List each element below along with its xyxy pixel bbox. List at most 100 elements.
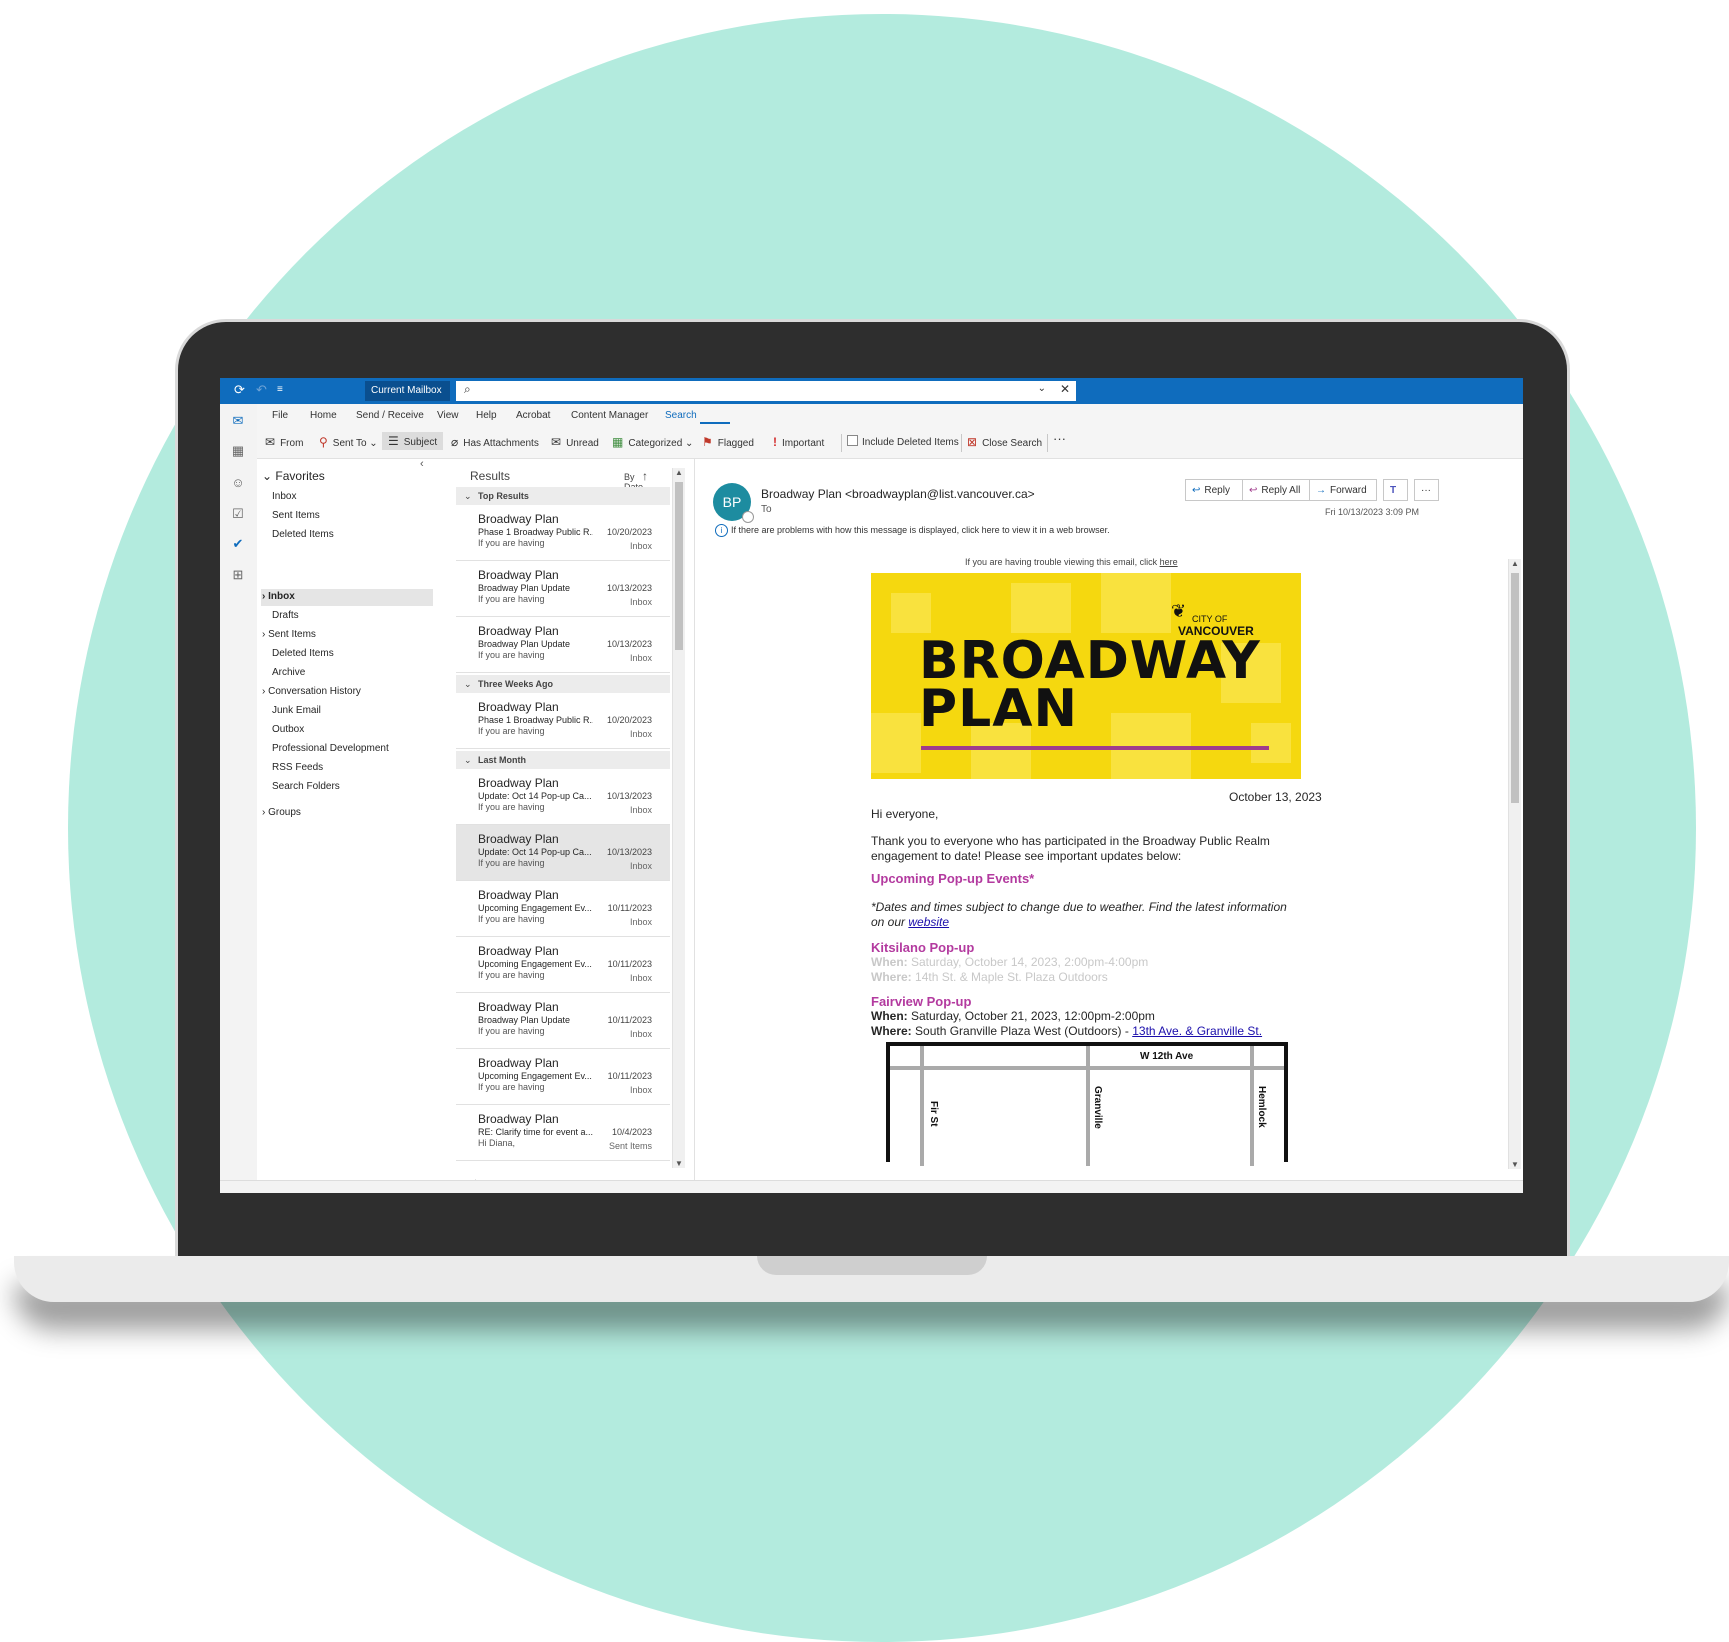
sync-icon[interactable]: ⟳ [234,382,245,398]
has-attachments-button[interactable]: ⌀ Has Attachments [451,435,539,449]
message-item[interactable]: Broadway Plan Upcoming Engagement Ev... If… [456,881,670,937]
from-icon: ✉ [265,435,276,449]
message-date: 10/13/2023 [606,583,652,593]
more-actions-button[interactable]: ··· [1414,479,1439,501]
favorite-sent-items[interactable]: Sent Items [272,510,320,521]
reading-scrollbar[interactable]: ▲ ▼ [1508,559,1521,1169]
message-subject: Broadway Plan Update [478,1015,571,1025]
undo-icon[interactable]: ↶ [256,382,267,398]
folder-rss-feeds[interactable]: RSS Feeds [272,762,323,773]
scrollbar-thumb[interactable] [1511,573,1519,803]
clear-search-icon[interactable]: ✕ [1060,382,1070,396]
flagged-button[interactable]: ⚑ Flagged [702,435,754,449]
scroll-down-icon[interactable]: ▼ [675,1159,683,1168]
reply-all-button[interactable]: ↩ Reply All [1242,479,1310,501]
message-item[interactable]: Broadway Plan RE: Clarify time for event … [456,1105,670,1161]
fairview-where-value: South Granville Plaza West (Outdoors) - [915,1024,1133,1038]
unread-button[interactable]: ✉ Unread [551,435,599,449]
mailbox-scope-dropdown[interactable]: Current Mailbox ⌄ [365,381,450,416]
folder-drafts[interactable]: Drafts [272,610,299,621]
todo-icon[interactable]: ✔ [229,535,247,553]
folder-sent-items[interactable]: › Sent Items [262,629,316,640]
search-options-chevron-icon[interactable]: ⌄ [1038,383,1046,394]
tab-view[interactable]: View [437,410,459,421]
message-item[interactable]: Broadway Plan Phase 1 Broadway Public R..… [456,693,670,749]
categorized-button[interactable]: ▦ Categorized ⌄ [612,435,693,449]
message-item[interactable]: Broadway Plan Broadway Plan Update If you … [456,993,670,1049]
tab-home[interactable]: Home [310,410,337,421]
include-deleted-checkbox[interactable]: Include Deleted Items [847,435,959,448]
group-header[interactable]: ⌄ Last Month [456,751,670,769]
folder-search-folders[interactable]: Search Folders [272,781,340,792]
scrollbar-thumb[interactable] [675,482,683,650]
calendar-icon[interactable]: ▦ [229,442,247,460]
group-header[interactable]: ⌄ Top Results [456,487,670,505]
people-icon[interactable]: ☺ [229,474,247,492]
from-button[interactable]: ✉ From [265,435,303,449]
message-folder: Inbox [629,861,652,871]
scroll-down-icon[interactable]: ▼ [1511,1160,1519,1169]
close-search-icon: ⊠ [967,435,978,449]
teams-button[interactable]: T [1383,479,1408,501]
message-item[interactable]: Broadway Plan Update: Oct 14 Pop-up Ca...… [456,769,670,825]
tab-acrobat[interactable]: Acrobat [516,410,550,421]
unread-label: Unread [566,438,599,449]
folder-conversation-history[interactable]: › Conversation History [262,686,361,697]
sent-to-button[interactable]: ⚲ Sent To ⌄ [319,435,378,449]
reading-pane: BP Broadway Plan <broadwayplan@list.vanc… [694,459,1523,1193]
tab-content-manager[interactable]: Content Manager [571,410,648,421]
message-preview: If you are having [478,1082,545,1092]
email-intro: Thank you to everyone who has participat… [871,834,1270,863]
tab-search[interactable]: Search [665,410,697,421]
display-info-bar[interactable]: i If there are problems with how this mes… [715,524,1110,537]
folder-deleted-items[interactable]: Deleted Items [272,648,334,659]
message-preview: If you are having [478,802,545,812]
map-label-hemlock: Hemlock [1256,1086,1267,1128]
message-item[interactable]: Broadway Plan Update: Oct 14 Pop-up Ca...… [456,825,670,881]
message-subject: Upcoming Engagement Ev... [478,903,592,913]
tab-file[interactable]: File [272,410,288,421]
search-icon: ⌕ [464,382,471,396]
important-button[interactable]: ! Important [773,435,824,449]
favorite-inbox[interactable]: Inbox [272,491,296,502]
message-item[interactable]: Broadway Plan Broadway Plan Update If you … [456,561,670,617]
tab-help[interactable]: Help [476,410,497,421]
close-search-button[interactable]: ⊠ Close Search [967,435,1042,449]
customize-toolbar-icon[interactable]: ≡ [277,384,283,395]
ribbon-tabs: File Home Send / Receive View Help Acrob… [257,404,1523,428]
collapse-pane-icon[interactable]: ‹ [420,458,424,470]
scroll-up-icon[interactable]: ▲ [675,468,683,477]
message-list-scrollbar[interactable]: ▲ ▼ [672,468,685,1168]
folder-professional-development[interactable]: Professional Development [272,743,389,754]
tab-send-receive[interactable]: Send / Receive [356,410,424,421]
scroll-up-icon[interactable]: ▲ [1511,559,1519,568]
folder-outbox[interactable]: Outbox [272,724,304,735]
website-link[interactable]: website [908,915,949,929]
sort-direction-icon[interactable]: ↑ [642,469,648,483]
favorite-deleted-items[interactable]: Deleted Items [272,529,334,540]
folder-groups[interactable]: › Groups [262,807,301,818]
favorites-header[interactable]: ⌄ Favorites [262,469,325,483]
subject-button[interactable]: ☰ Subject [382,432,444,450]
reply-button[interactable]: ↩ Reply [1185,479,1243,501]
message-item[interactable]: Broadway Plan Broadway Plan Update If you … [456,617,670,673]
sender-address[interactable]: Broadway Plan <broadwayplan@list.vancouv… [761,487,1035,501]
more-options-button[interactable]: ··· [1053,431,1066,446]
message-item[interactable]: Broadway Plan Upcoming Engagement Ev... If… [456,937,670,993]
folder-inbox[interactable]: › Inbox [262,591,295,602]
group-header[interactable]: ⌄ Three Weeks Ago [456,675,670,693]
granville-link[interactable]: 13th Ave. & Granville St. [1132,1024,1262,1038]
message-item[interactable]: Broadway Plan Phase 1 Broadway Public R..… [456,505,670,561]
folder-archive[interactable]: Archive [272,667,305,678]
forward-button[interactable]: → Forward [1309,479,1377,501]
trouble-link[interactable]: here [1160,557,1178,567]
message-item[interactable]: Broadway Plan Upcoming Engagement Ev... If… [456,1049,670,1105]
message-sender: Broadway Plan [478,944,559,958]
apps-icon[interactable]: ⊞ [229,566,247,584]
search-box[interactable]: ⌕ ⌄ ✕ [456,381,1076,401]
fairview-where: Where: South Granville Plaza West (Outdo… [871,1024,1262,1038]
folder-junk-email[interactable]: Junk Email [272,705,321,716]
tasks-icon[interactable]: ☑ [229,505,247,523]
reply-label: Reply [1204,485,1230,496]
mail-icon[interactable]: ✉ [229,412,247,430]
